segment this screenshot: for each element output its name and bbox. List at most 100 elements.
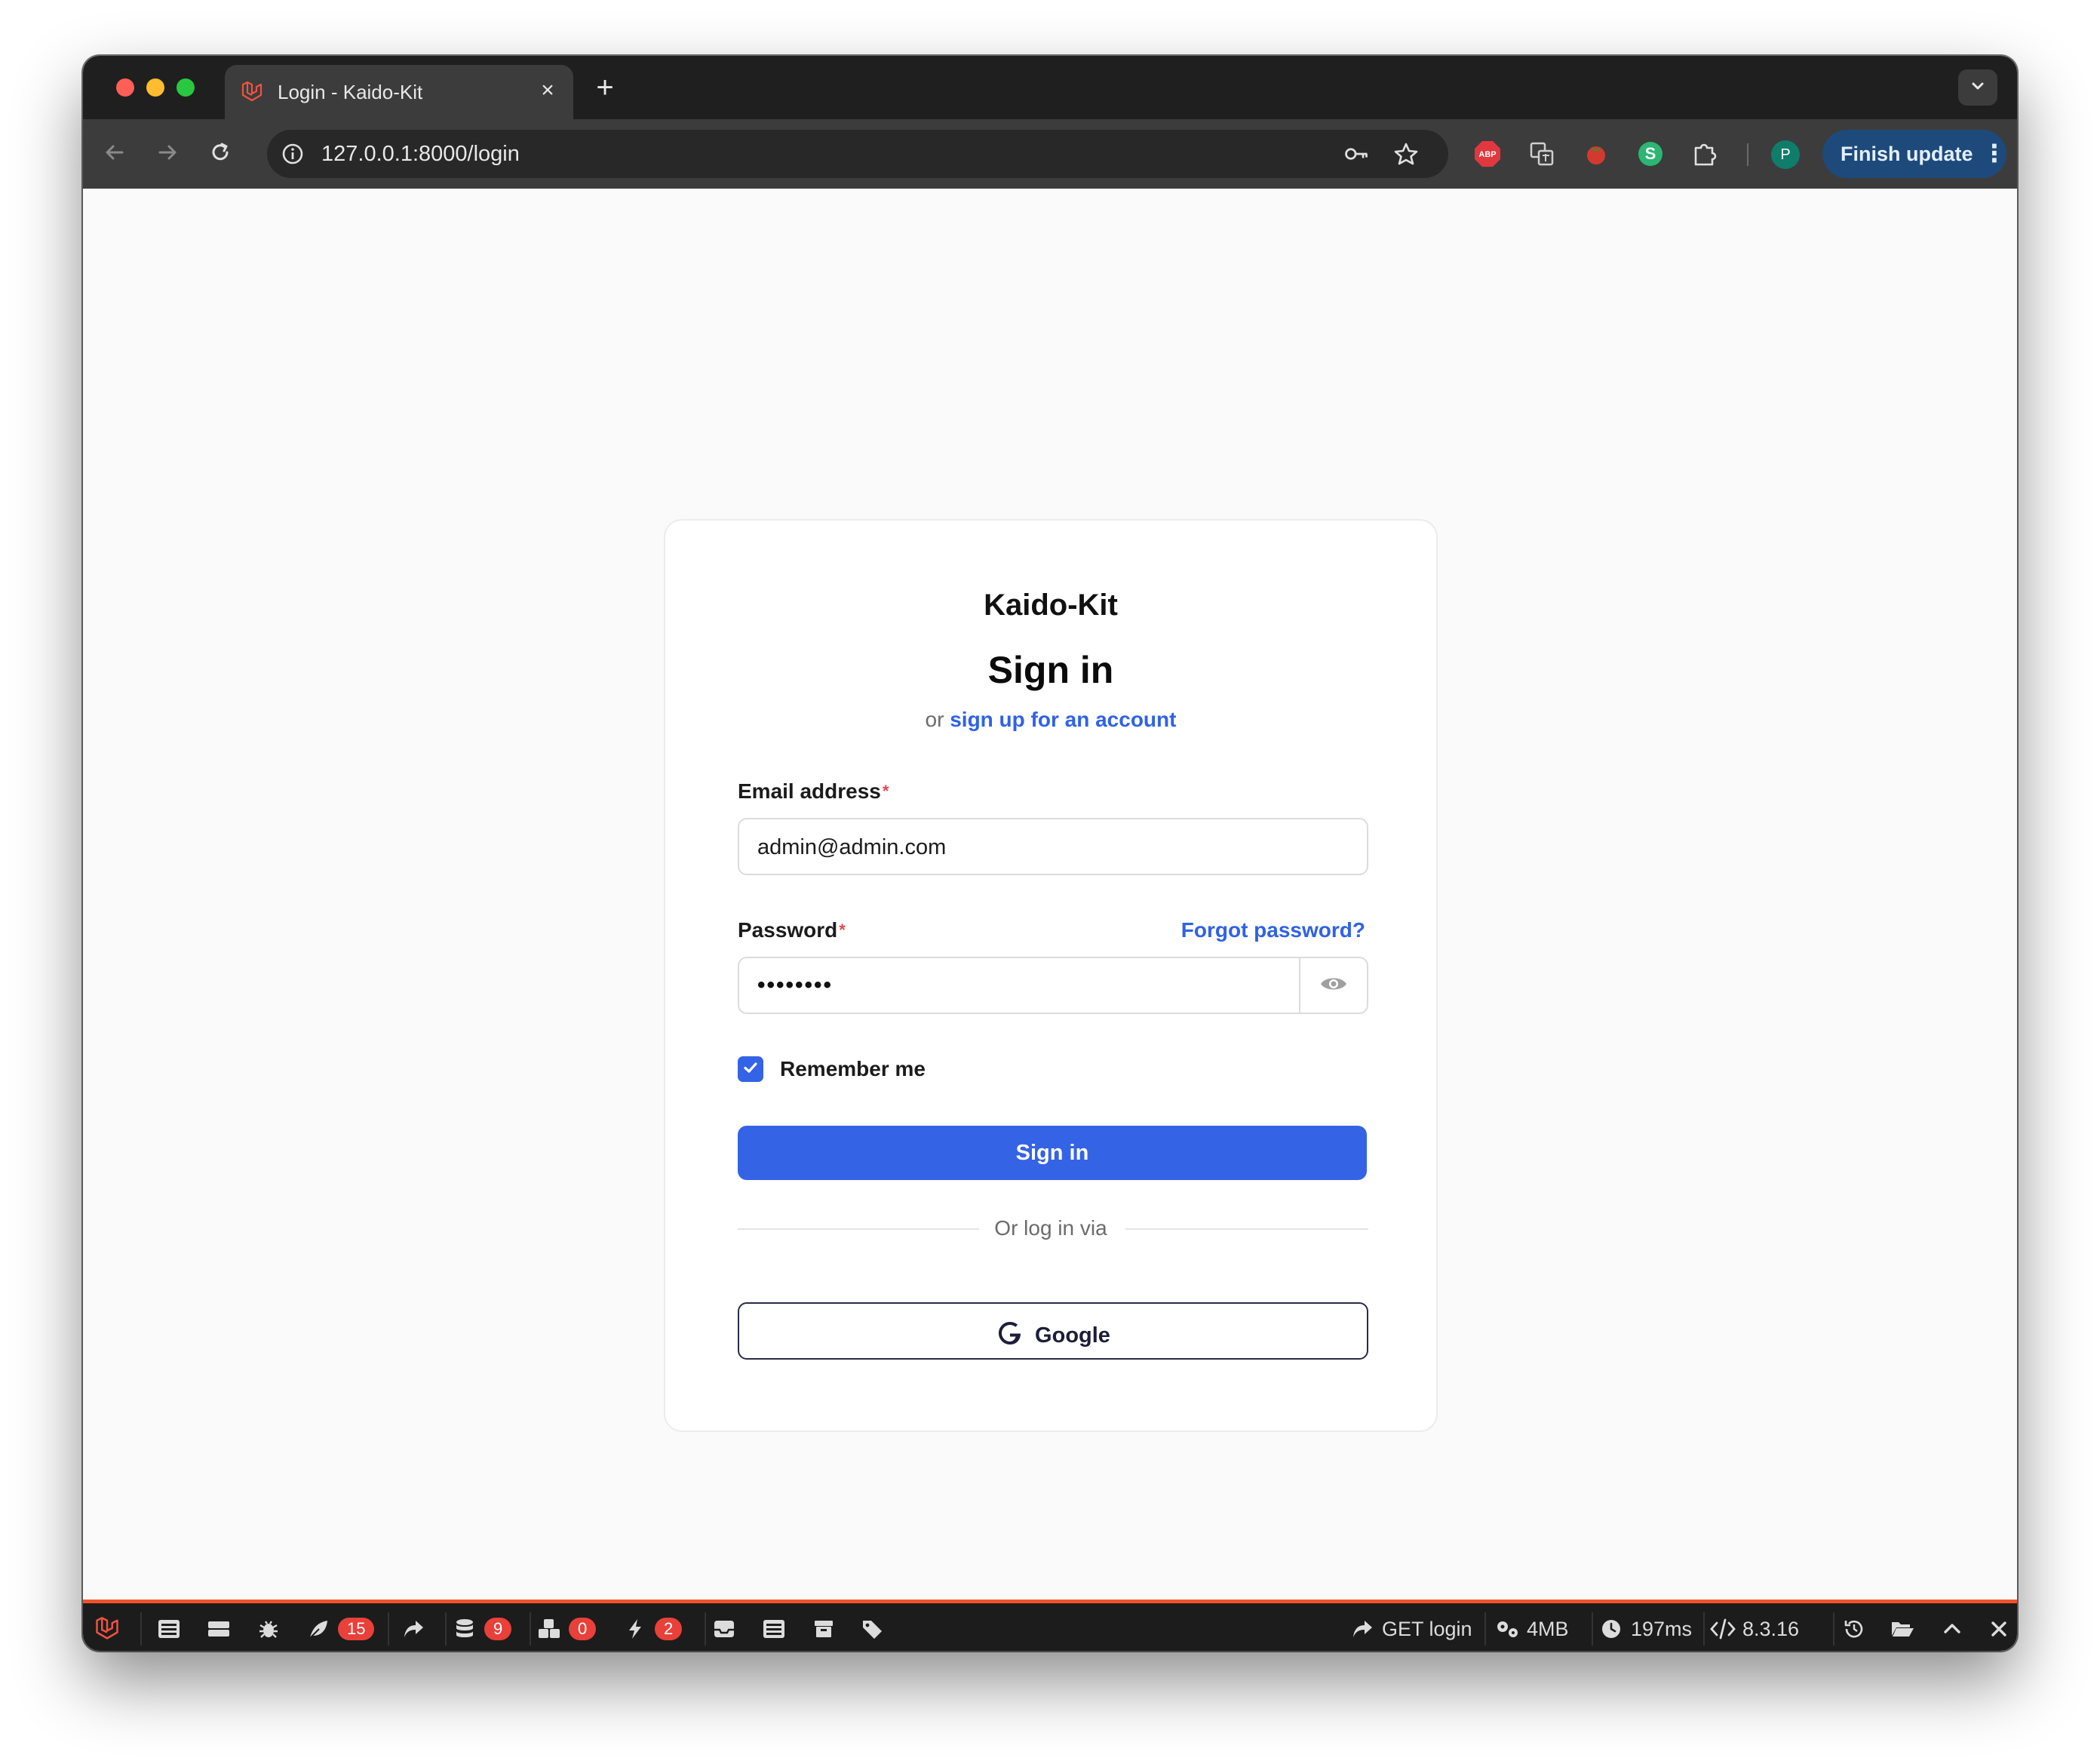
browser-toolbar: 127.0.0.1:8000/login ABP S P Finish upda… (83, 119, 2017, 189)
close-tab-icon[interactable]: × (534, 77, 561, 104)
debugbar-exceptions-tab[interactable] (255, 1614, 282, 1644)
debugbar-logo[interactable] (94, 1614, 121, 1644)
tab-strip: Login - Kaido-Kit × + (83, 56, 2017, 119)
debugbar-php-version[interactable]: 8.3.16 (1709, 1614, 1799, 1644)
page-content: Kaido-Kit Sign in or sign up for an acco… (83, 189, 2017, 1651)
site-info-icon[interactable] (279, 140, 306, 167)
tomato-icon[interactable] (1581, 139, 1611, 169)
password-field[interactable]: •••••••• (738, 957, 1368, 1014)
tab-search-button[interactable] (1958, 69, 1997, 106)
debugbar: 15 9 0 2 GET login 4MB 197ms 8.3.16 (83, 1600, 2017, 1651)
views-count-badge: 15 (338, 1618, 375, 1640)
minimize-window-button[interactable] (146, 78, 164, 97)
debugbar-history-button[interactable] (1841, 1614, 1868, 1644)
page-title: Sign in (987, 649, 1114, 691)
debugbar-separator (705, 1612, 706, 1646)
debugbar-separator (140, 1612, 142, 1646)
new-tab-icon[interactable]: + (588, 71, 622, 104)
debugbar-events-tab[interactable]: 2 (622, 1614, 683, 1644)
debugbar-close-button[interactable] (1985, 1614, 2012, 1644)
signup-prompt: or sign up for an account (665, 706, 1436, 733)
debugbar-route-tab[interactable] (400, 1614, 427, 1644)
leaf-icon (305, 1615, 332, 1643)
password-value: •••••••• (757, 973, 834, 997)
debugbar-time[interactable]: 197ms (1598, 1614, 1692, 1644)
google-button-content: Google (739, 1319, 1367, 1351)
cubes-icon (536, 1615, 563, 1643)
s-extension-icon[interactable]: S (1635, 139, 1666, 169)
events-count-badge: 2 (655, 1618, 683, 1640)
debugbar-logs-tab[interactable] (760, 1614, 788, 1644)
signup-link[interactable]: sign up for an account (950, 708, 1176, 731)
debugbar-request-info[interactable]: GET login (1349, 1614, 1472, 1644)
password-label: Password* (738, 917, 846, 943)
address-bar[interactable]: 127.0.0.1:8000/login (267, 130, 1448, 178)
svg-text:ABP: ABP (1478, 150, 1496, 159)
password-key-icon[interactable] (1343, 140, 1370, 167)
models-count-badge: 0 (569, 1618, 597, 1640)
debugbar-memory[interactable]: 4MB (1494, 1614, 1569, 1644)
remember-me-checkbox[interactable] (738, 1056, 763, 1082)
debugbar-tags-tab[interactable] (860, 1614, 887, 1644)
toolbar-separator (1747, 143, 1748, 166)
email-field[interactable]: admin@admin.com (738, 818, 1368, 875)
brand-name: Kaido-Kit (984, 589, 1118, 622)
chevron-up-icon (1939, 1615, 1966, 1643)
toggle-password-visibility-button[interactable] (1299, 958, 1367, 1013)
code-icon (1709, 1615, 1736, 1643)
laravel-icon (94, 1615, 121, 1643)
svg-text:S: S (1645, 144, 1656, 163)
browser-window: Login - Kaido-Kit × + 127.0.0.1:8000/log… (83, 56, 2017, 1651)
adblock-icon[interactable]: ABP (1472, 139, 1503, 169)
back-button[interactable] (97, 136, 133, 172)
reload-icon (208, 140, 232, 168)
finish-update-button[interactable]: Finish update ⋮ (1822, 130, 2006, 178)
debugbar-separator (388, 1612, 389, 1646)
profile-avatar[interactable]: P (1771, 140, 1800, 169)
password-label-text: Password (738, 918, 838, 942)
required-marker: * (882, 782, 889, 801)
debugbar-maximize-button[interactable] (1939, 1614, 1966, 1644)
forgot-password-link[interactable]: Forgot password? (1181, 917, 1365, 943)
url-text: 127.0.0.1:8000/login (321, 142, 520, 166)
debugbar-session-tab[interactable] (810, 1614, 837, 1644)
tab-login[interactable]: Login - Kaido-Kit × (225, 65, 573, 119)
finish-update-label: Finish update (1841, 143, 1973, 165)
google-label: Google (1035, 1323, 1110, 1348)
debugbar-views-tab[interactable]: 15 (305, 1614, 375, 1644)
bolt-icon (622, 1615, 649, 1643)
debugbar-models-tab[interactable]: 0 (536, 1614, 597, 1644)
tags-icon (860, 1615, 887, 1643)
debugbar-request-tab[interactable] (205, 1614, 232, 1644)
debugbar-separator (445, 1612, 447, 1646)
debugbar-separator (1833, 1612, 1834, 1646)
debugbar-messages-tab[interactable] (155, 1614, 183, 1644)
close-window-button[interactable] (116, 78, 134, 97)
debugbar-open-button[interactable] (1889, 1614, 1916, 1644)
php-version: 8.3.16 (1742, 1617, 1800, 1640)
archive-icon (810, 1615, 837, 1643)
google-icon (996, 1319, 1024, 1351)
maximize-window-button[interactable] (177, 78, 195, 97)
chevron-down-icon (1969, 77, 1987, 99)
kebab-menu-icon[interactable]: ⋮ (1982, 141, 2006, 166)
reload-button[interactable] (202, 136, 238, 172)
inbox-icon (711, 1615, 738, 1643)
google-login-button[interactable]: Google (738, 1302, 1368, 1360)
sign-in-button[interactable]: Sign in (738, 1126, 1367, 1180)
laravel-icon (240, 80, 264, 104)
translate-icon[interactable] (1527, 139, 1557, 169)
debugbar-queries-tab[interactable]: 9 (451, 1614, 512, 1644)
puzzle-icon[interactable] (1690, 139, 1720, 169)
debugbar-mail-tab[interactable] (711, 1614, 738, 1644)
arrow-left-icon (103, 140, 127, 168)
debugbar-separator (1484, 1612, 1486, 1646)
forward-button[interactable] (149, 136, 186, 172)
remember-me-label[interactable]: Remember me (780, 1056, 926, 1082)
memory-usage: 4MB (1527, 1617, 1569, 1640)
tab-title: Login - Kaido-Kit (278, 81, 423, 103)
signup-prefix: or (925, 708, 944, 731)
debugbar-separator (1703, 1612, 1705, 1646)
arrow-right-icon (155, 140, 180, 168)
bookmark-star-icon[interactable] (1392, 140, 1420, 167)
